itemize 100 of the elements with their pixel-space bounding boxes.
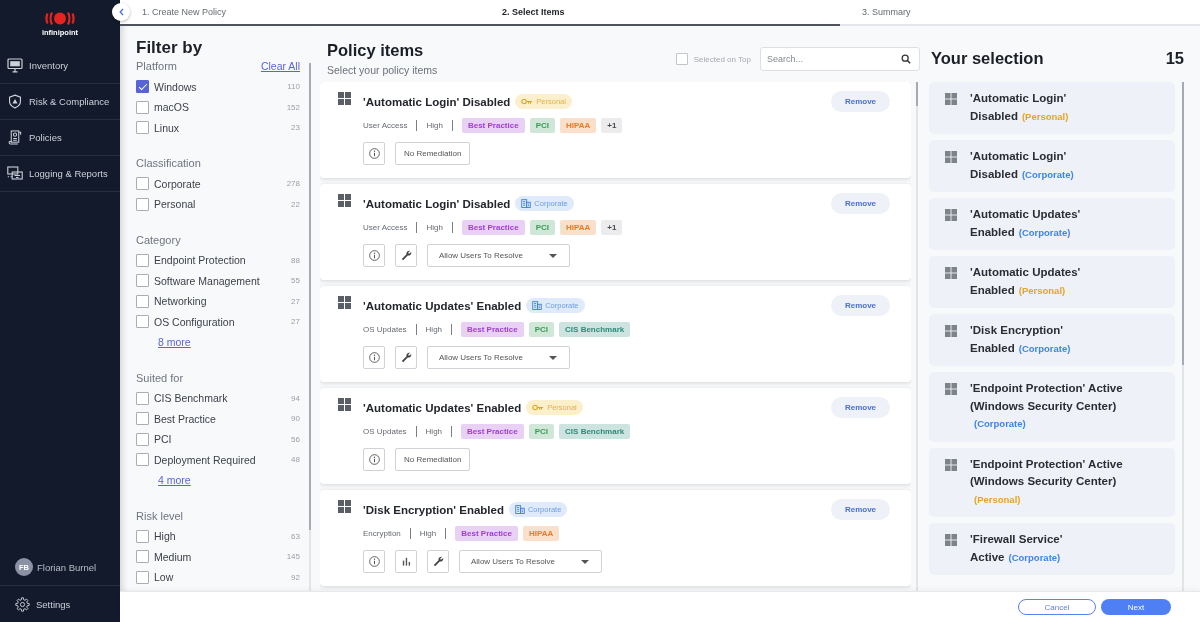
checkbox[interactable] [136,391,149,405]
remediation-dropdown[interactable]: Allow Users To Resolve [459,550,602,573]
selection-item-title: 'Disk Encryption' Enabled (Corporate) [970,323,1072,356]
info-icon [368,148,380,159]
checkbox[interactable] [136,121,149,135]
scrollbar-thumb[interactable] [1182,82,1184,365]
checkbox[interactable] [136,453,149,467]
filter-section-title: Category [136,233,181,246]
show-more-link[interactable]: 8 more [158,336,191,349]
panel-title: Policy items [327,40,425,60]
info-icon [368,352,380,363]
compliance-tag: PCI [528,322,555,337]
selection-item-title: 'Automatic Login' Disabled (Corporate) [970,149,1075,182]
filter-option-label[interactable]: Linux [154,121,180,134]
checkbox[interactable] [675,53,688,65]
checkbox[interactable] [136,294,149,308]
filter-option-label[interactable]: Best Practice [154,412,216,425]
checkbox[interactable] [136,412,149,426]
key-icon [521,98,534,105]
filter-option-label[interactable]: Personal [154,198,196,211]
checkbox[interactable] [136,432,149,446]
clear-all-link[interactable]: Clear All [260,60,300,72]
step-tab[interactable]: 3. Summary [840,0,1200,26]
remove-button[interactable]: Remove [831,295,890,316]
more-tags-count: +1 [601,220,623,235]
compliance-tag: PCI [529,220,555,235]
filter-option-label[interactable]: Corporate [154,177,201,190]
grid-icon [945,151,957,163]
selection-item-title: 'Automatic Login' Disabled (Personal) [970,91,1070,124]
search-field[interactable]: Search... [760,47,920,71]
chart-button[interactable] [395,550,417,573]
filter-count: 22 [291,199,300,209]
nav-item[interactable]: Policies [0,120,120,156]
filter-option-label[interactable]: Networking [154,295,207,308]
step-tab[interactable]: 1. Create New Policy [131,0,480,26]
remediation-button[interactable]: No Remediation [395,142,471,165]
filter-count: 48 [291,455,300,465]
checkbox[interactable] [136,274,149,288]
category-text: OS Updates [363,427,407,436]
wrench-button[interactable] [427,550,449,573]
compliance-tag: Best Practice [461,118,525,133]
remediation-dropdown[interactable]: Allow Users To Resolve [427,244,570,267]
filter-title: Filter by [136,37,204,59]
remove-button[interactable]: Remove [831,193,890,214]
checkbox[interactable] [136,315,149,329]
filter-option-label[interactable]: Windows [154,80,197,93]
filter-option-label[interactable]: High [154,530,176,543]
filter-count: 94 [291,393,300,403]
policy-title: 'Automatic Updates' Enabled [363,401,522,414]
cancel-button[interactable]: Cancel [1018,599,1096,615]
checkbox[interactable] [136,550,149,564]
filter-option-label[interactable]: Medium [154,550,192,563]
risk-level-text: High [425,325,443,334]
compliance-tag: CIS Benchmark [559,424,631,439]
nav-item[interactable]: Logging & Reports [0,156,120,192]
nav-item[interactable]: Risk & Compliance [0,84,120,120]
remove-button[interactable]: Remove [831,499,890,520]
wrench-icon [432,556,444,567]
info-button[interactable] [363,142,385,165]
wrench-button[interactable] [395,346,417,369]
chevron-left-icon [118,8,124,16]
key-icon [532,404,545,411]
filter-option-label[interactable]: CIS Benchmark [154,392,228,405]
checkbox[interactable] [136,177,149,191]
scrollbar-thumb[interactable] [916,82,918,106]
remove-button[interactable]: Remove [831,91,890,112]
panel-subtitle: Select your policy items [327,63,438,77]
filter-option-label[interactable]: macOS [154,101,189,114]
info-button[interactable] [363,244,385,267]
wrench-icon [400,352,412,363]
wrench-button[interactable] [395,244,417,267]
show-more-link[interactable]: 4 more [158,474,191,487]
checkbox[interactable] [136,80,149,94]
next-button[interactable]: Next [1101,599,1171,615]
filter-option-label[interactable]: Deployment Required [154,453,256,466]
screens-icon [7,166,23,181]
remediation-dropdown[interactable]: Allow Users To Resolve [427,346,570,369]
info-button[interactable] [363,550,385,573]
nav-item[interactable]: Inventory [0,48,120,84]
checkbox[interactable] [136,197,149,211]
checkbox[interactable] [136,570,149,584]
info-button[interactable] [363,346,385,369]
filter-option-label[interactable]: OS Configuration [154,315,235,328]
scrollbar-thumb[interactable] [309,63,311,530]
filter-option-label[interactable]: Endpoint Protection [154,254,246,267]
filter-option-label[interactable]: Software Management [154,274,260,287]
filter-option-label[interactable]: Low [154,571,174,584]
grid-icon [338,500,351,513]
checkbox[interactable] [136,253,149,267]
caret-icon [549,355,557,360]
filter-option-label[interactable]: PCI [154,433,172,446]
remediation-button[interactable]: No Remediation [395,448,471,471]
checkbox[interactable] [136,529,149,543]
remove-button[interactable]: Remove [831,397,890,418]
caret-icon [581,559,589,564]
checkbox[interactable] [136,100,149,114]
filter-count: 152 [286,102,300,112]
step-tab[interactable]: 2. Select Items [480,0,840,26]
selection-item-title: 'Endpoint Protection' Active (Windows Security Center) (Personal) [970,456,1124,507]
info-button[interactable] [363,448,385,471]
